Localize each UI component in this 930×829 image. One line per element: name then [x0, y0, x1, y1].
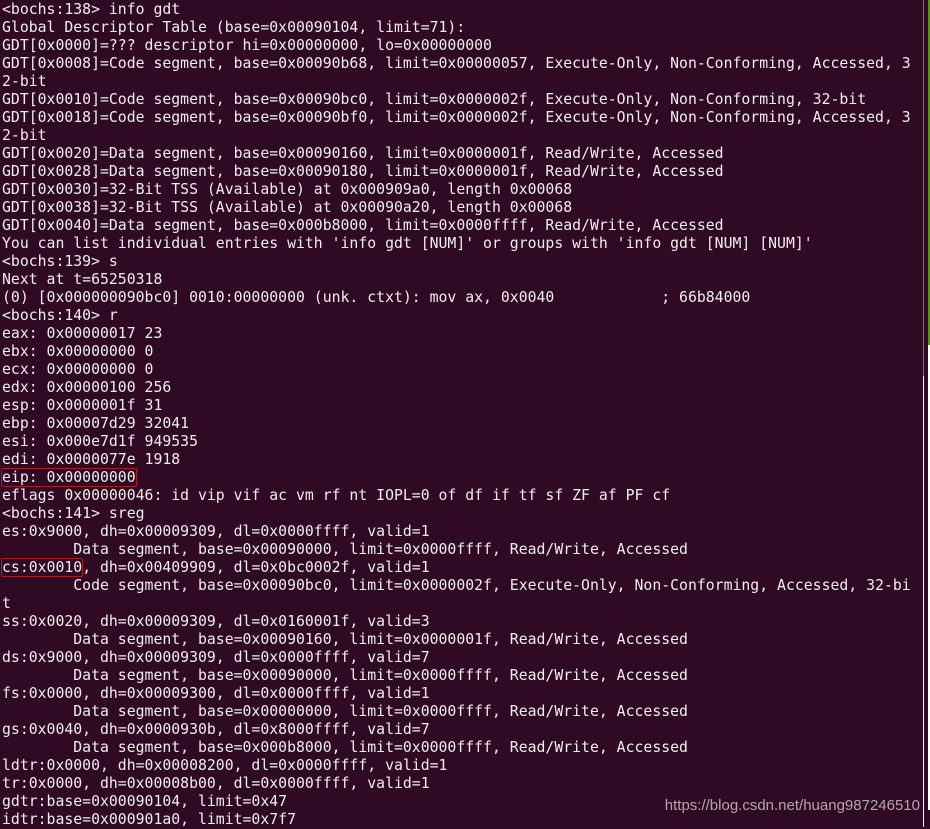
terminal-line: GDT[0x0038]=32-Bit TSS (Available) at 0x…	[2, 199, 573, 216]
highlighted-value: cs:0x0010	[0, 558, 84, 577]
terminal-line: Data segment, base=0x00000000, limit=0x0…	[2, 703, 688, 720]
terminal-line: 2-bit	[2, 127, 47, 144]
terminal-line: edi: 0x0000077e 1918	[2, 451, 181, 468]
terminal-line: You can list individual entries with 'in…	[2, 235, 813, 252]
terminal-line: eax: 0x00000017 23	[2, 325, 163, 342]
terminal-line: GDT[0x0030]=32-Bit TSS (Available) at 0x…	[2, 181, 573, 198]
terminal-line: <bochs:141> sreg	[2, 505, 145, 522]
terminal-line: ldtr:0x0000, dh=0x00008200, dl=0x0000fff…	[2, 757, 448, 774]
terminal-line: (0) [0x000000090bc0] 0010:00000000 (unk.…	[2, 289, 751, 306]
terminal-line: Data segment, base=0x000b8000, limit=0x0…	[2, 739, 688, 756]
terminal-line: GDT[0x0028]=Data segment, base=0x0009018…	[2, 163, 724, 180]
terminal-line: cs:0x0010, dh=0x00409909, dl=0x0bc0002f,…	[0, 558, 911, 577]
terminal-line: GDT[0x0040]=Data segment, base=0x000b800…	[2, 217, 724, 234]
terminal-line: tr:0x0000, dh=0x00008b00, dl=0x0000ffff,…	[2, 775, 430, 792]
terminal-line: t	[2, 595, 11, 612]
terminal-line: eflags 0x00000046: id vip vif ac vm rf n…	[2, 487, 671, 504]
terminal-line: gs:0x0040, dh=0x0000930b, dl=0x8000ffff,…	[2, 721, 430, 738]
scrollbar-thumb[interactable]	[923, 0, 924, 376]
terminal-line: GDT[0x0008]=Code segment, base=0x00090b6…	[2, 55, 911, 72]
terminal-line: edx: 0x00000100 256	[2, 379, 172, 396]
terminal-line: <bochs:138> info gdt	[2, 1, 181, 18]
terminal-line: eip: 0x00000000	[1, 468, 911, 487]
terminal-line: GDT[0x0000]=??? descriptor hi=0x00000000…	[2, 37, 492, 54]
highlighted-value: eip: 0x00000000	[1, 468, 137, 487]
terminal-line: Data segment, base=0x00090000, limit=0x0…	[2, 541, 688, 558]
terminal-line: ebx: 0x00000000 0	[2, 343, 154, 360]
terminal-line: ecx: 0x00000000 0	[2, 361, 154, 378]
terminal-line: ebp: 0x00007d29 32041	[2, 415, 190, 432]
terminal-line: GDT[0x0020]=Data segment, base=0x0009016…	[2, 145, 724, 162]
terminal-line: <bochs:140> r	[2, 307, 118, 324]
terminal-line: Next at t=65250318	[2, 271, 163, 288]
terminal-line: esi: 0x000e7d1f 949535	[2, 433, 198, 450]
terminal-output[interactable]: <bochs:138> info gdt Global Descriptor Ta…	[0, 1, 911, 829]
line-rest: , dh=0x00409909, dl=0x0bc0002f, valid=1	[82, 559, 430, 576]
terminal-line: GDT[0x0010]=Code segment, base=0x00090bc…	[2, 91, 867, 108]
terminal-line: fs:0x0000, dh=0x00009300, dl=0x0000ffff,…	[2, 685, 430, 702]
terminal-line: Data segment, base=0x00090000, limit=0x0…	[2, 667, 688, 684]
terminal-line: Global Descriptor Table (base=0x00090104…	[2, 19, 466, 36]
terminal-line: es:0x9000, dh=0x00009309, dl=0x0000ffff,…	[2, 523, 430, 540]
terminal-line: Data segment, base=0x00090160, limit=0x0…	[2, 631, 688, 648]
terminal-line: Code segment, base=0x00090bc0, limit=0x0…	[2, 577, 911, 594]
watermark: https://blog.csdn.net/huang987246510	[664, 797, 920, 814]
terminal-line: ds:0x9000, dh=0x00009309, dl=0x0000ffff,…	[2, 649, 430, 666]
terminal-line: esp: 0x0000001f 31	[2, 397, 163, 414]
terminal-line: ss:0x0020, dh=0x00009309, dl=0x0160001f,…	[2, 613, 430, 630]
terminal-line: 2-bit	[2, 73, 47, 90]
terminal-line: GDT[0x0018]=Code segment, base=0x00090bf…	[2, 109, 911, 126]
terminal-line: <bochs:139> s	[2, 253, 118, 270]
